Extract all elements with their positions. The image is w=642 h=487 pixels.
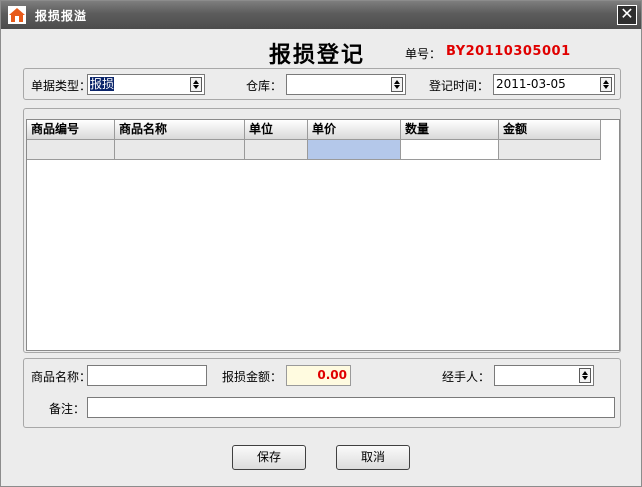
table-cell-name[interactable]: [115, 140, 245, 160]
warehouse-label: 仓库：: [246, 79, 283, 93]
table-cell-code[interactable]: [27, 140, 115, 160]
handler-select[interactable]: [494, 365, 594, 386]
product-name-input[interactable]: [87, 365, 207, 386]
close-icon: ✕: [620, 4, 634, 23]
date-value: 2011-03-05: [496, 77, 566, 91]
page-title: 报损登记: [269, 42, 366, 68]
title-bar[interactable]: 报损报溢 ✕: [1, 1, 641, 29]
spinner-icon[interactable]: [600, 77, 612, 92]
spinner-icon[interactable]: [579, 368, 591, 383]
column-header-qty[interactable]: 数量: [401, 120, 499, 140]
close-button[interactable]: ✕: [617, 5, 637, 25]
table-cell-price[interactable]: [308, 140, 401, 160]
table-cell-amount[interactable]: [499, 140, 601, 160]
loss-amount-value: 0.00: [286, 365, 351, 386]
column-header-name[interactable]: 商品名称: [115, 120, 245, 140]
home-icon: [8, 6, 26, 24]
date-label: 登记时间：: [429, 79, 490, 93]
date-picker[interactable]: 2011-03-05: [493, 74, 615, 95]
doc-type-select[interactable]: 报损: [87, 74, 205, 95]
spinner-icon[interactable]: [190, 77, 202, 92]
table-cell-unit[interactable]: [245, 140, 308, 160]
column-header-unit[interactable]: 单位: [245, 120, 308, 140]
doc-type-label: 单据类型：: [31, 79, 92, 93]
dialog-window: 报损报溢 ✕ 报损登记 单号： BY20110305001 单据类型： 报损 仓…: [0, 0, 642, 487]
column-header-price[interactable]: 单价: [308, 120, 401, 140]
cancel-button[interactable]: 取消: [336, 445, 410, 470]
doc-no-label: 单号：: [405, 47, 442, 61]
window-title: 报损报溢: [35, 9, 88, 23]
loss-amount-label: 报损金额：: [222, 370, 283, 384]
handler-label: 经手人：: [442, 370, 491, 384]
spinner-icon[interactable]: [391, 77, 403, 92]
doc-type-value: 报损: [90, 77, 115, 91]
warehouse-select[interactable]: [286, 74, 406, 95]
column-header-amount[interactable]: 金额: [499, 120, 601, 140]
doc-no-value: BY20110305001: [446, 44, 571, 59]
product-name-label: 商品名称：: [31, 370, 92, 384]
note-input[interactable]: [87, 397, 615, 418]
column-header-code[interactable]: 商品编号: [27, 120, 115, 140]
note-label: 备注：: [49, 402, 86, 416]
items-grid[interactable]: 商品编号 商品名称 单位 单价 数量 金额: [26, 119, 620, 351]
save-button[interactable]: 保存: [232, 445, 306, 470]
table-cell-qty[interactable]: [401, 140, 499, 160]
